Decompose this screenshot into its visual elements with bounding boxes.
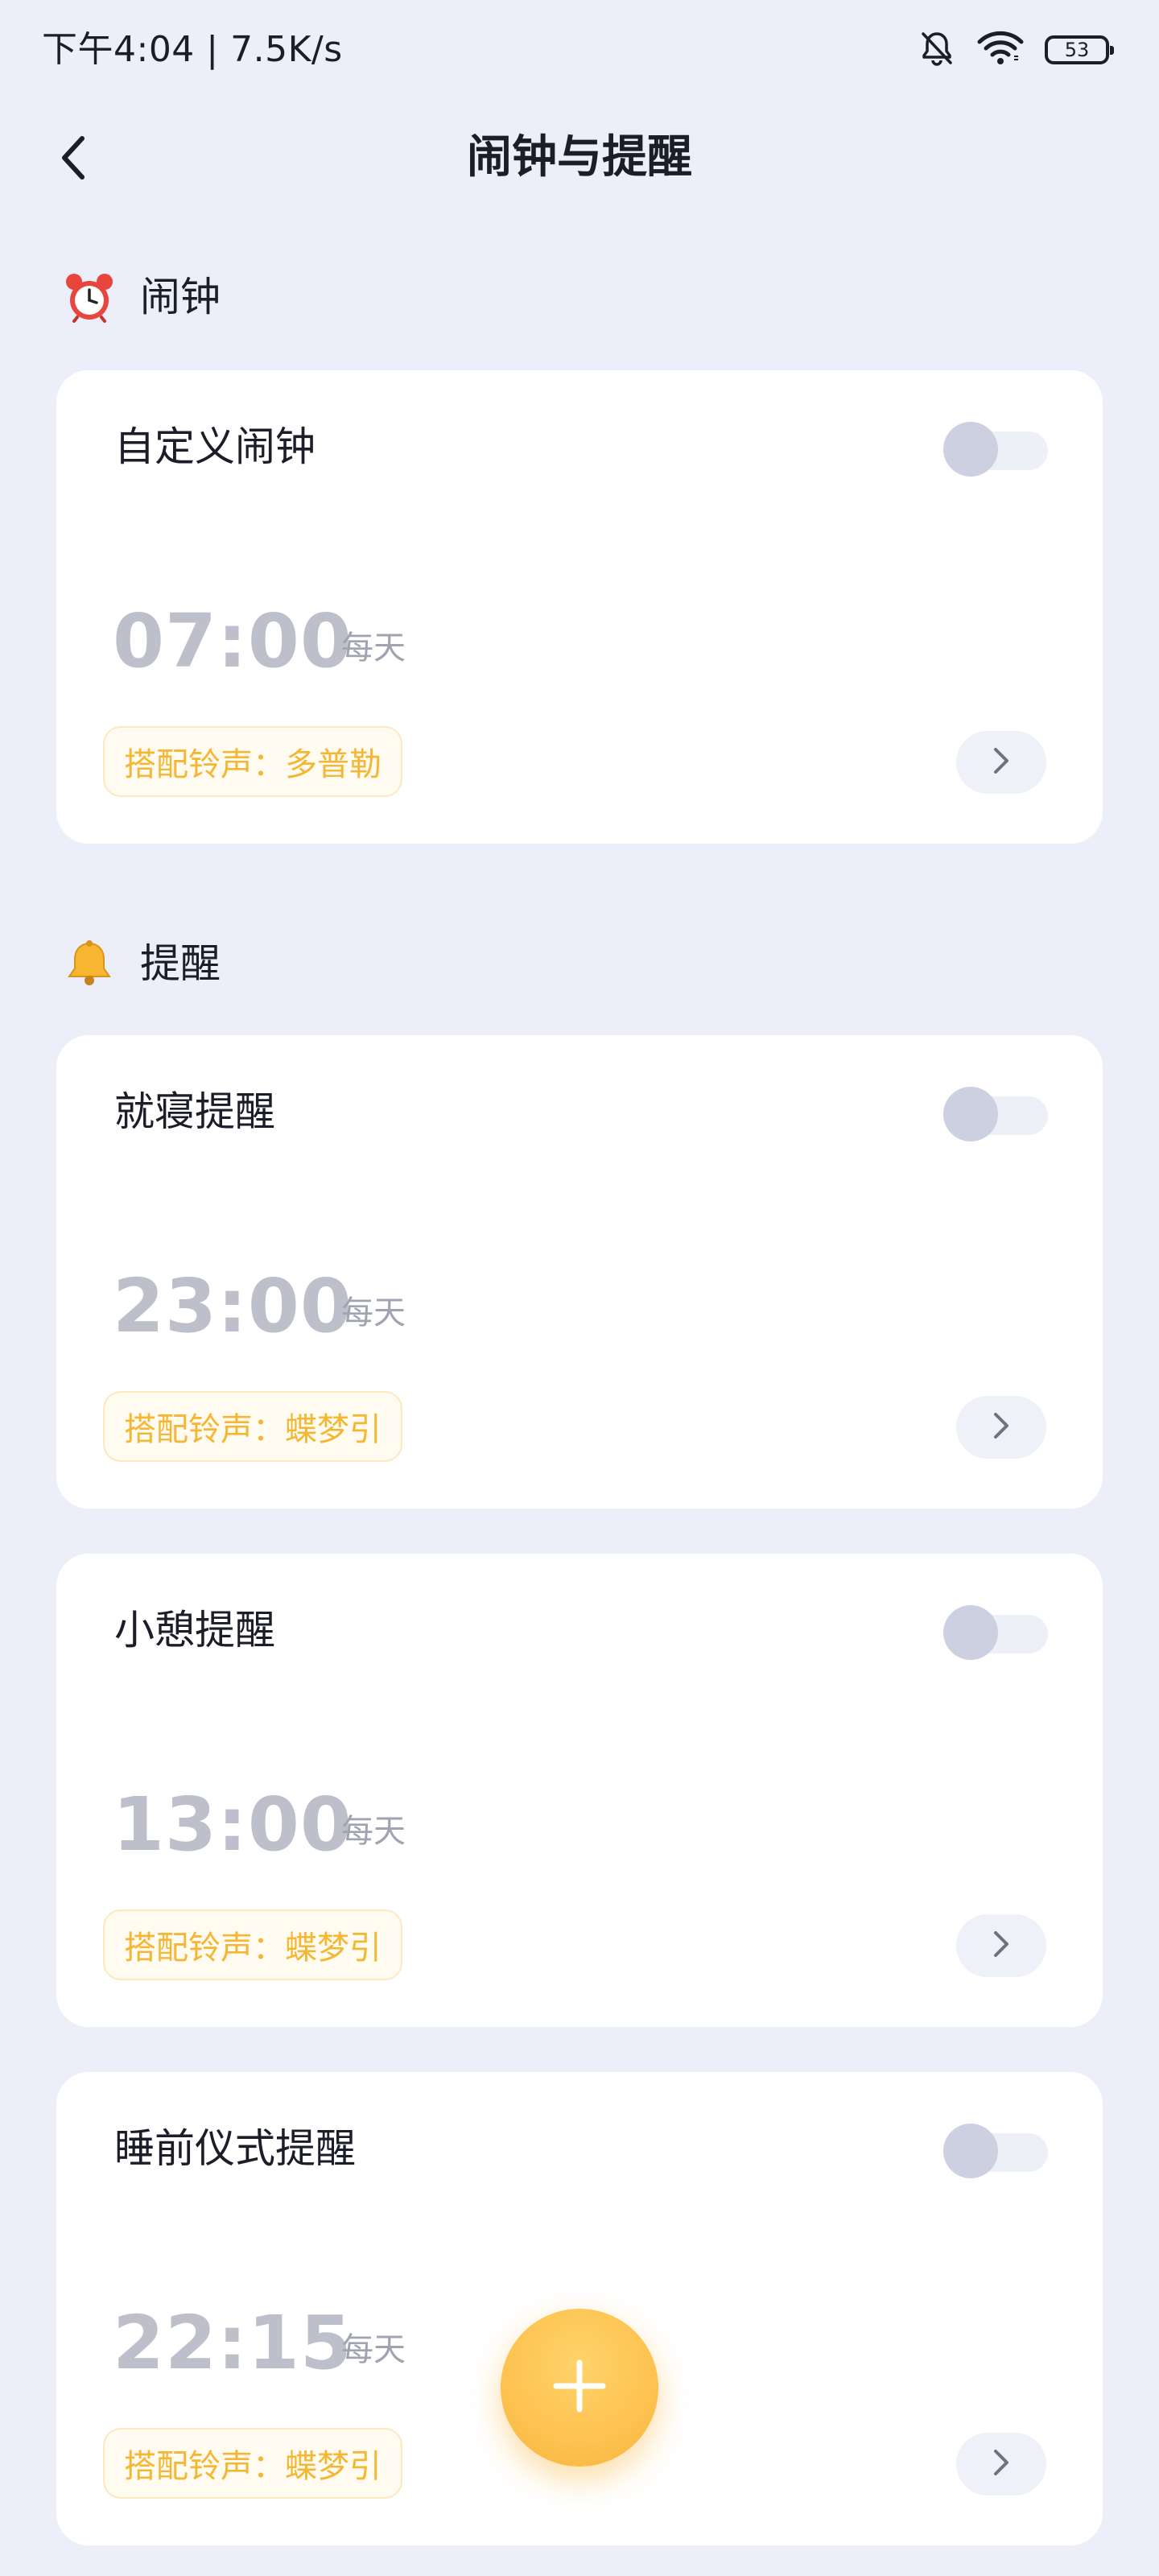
card-repeat: 每天 [341,1813,406,1850]
section-reminder: 提醒 [63,937,221,990]
battery-icon: 53 [1045,35,1114,64]
reminder-toggle[interactable] [943,2124,1051,2178]
bell-icon [63,937,116,990]
toggle-knob [943,1605,998,1660]
reminder-card-nap[interactable]: 小憩提醒 13:00 每天 搭配铃声：蝶梦引 [56,1554,1103,2027]
toggle-knob [943,2124,998,2178]
card-time: 13:00 [113,1781,353,1868]
chevron-right-icon [992,1930,1011,1962]
card-repeat: 每天 [341,2331,406,2368]
card-title: 小憩提醒 [114,1607,275,1653]
card-time: 07:00 [113,598,353,684]
header: 闹钟与提醒 [0,113,1159,203]
battery-level: 53 [1064,39,1090,61]
card-repeat: 每天 [341,630,406,667]
section-alarm: 闹钟 [63,270,221,324]
toggle-knob [943,422,998,477]
chevron-right-icon [992,2448,1011,2480]
card-title: 睡前仪式提醒 [114,2125,356,2172]
card-title: 就寝提醒 [114,1088,275,1135]
add-reminder-button[interactable] [501,2309,658,2467]
card-repeat: 每天 [341,1294,406,1331]
section-alarm-title: 闹钟 [140,274,221,320]
card-detail-button[interactable] [956,1914,1046,1977]
page-title: 闹钟与提醒 [467,131,692,184]
alarm-card-custom[interactable]: 自定义闹钟 07:00 每天 搭配铃声：多普勒 [56,370,1103,844]
alarm-clock-icon [63,270,116,324]
bell-muted-icon [918,29,956,71]
status-time-speed: 下午4:04 | 7.5K/s [42,29,343,70]
alarm-toggle[interactable] [943,422,1051,477]
section-reminder-title: 提醒 [140,940,221,987]
ringtone-chip[interactable]: 搭配铃声：蝶梦引 [103,1391,402,1462]
reminder-card-bedtime[interactable]: 就寝提醒 23:00 每天 搭配铃声：蝶梦引 [56,1035,1103,1509]
card-time: 22:15 [113,2300,353,2386]
chevron-right-icon [992,1411,1011,1443]
reminder-toggle[interactable] [943,1087,1051,1141]
status-bar: 下午4:04 | 7.5K/s 53 [0,0,1159,101]
status-icons: 53 [918,27,1114,72]
plus-icon [551,2358,608,2417]
ringtone-chip[interactable]: 搭配铃声：多普勒 [103,726,402,797]
card-detail-button[interactable] [956,2433,1046,2496]
card-detail-button[interactable] [956,731,1046,794]
toggle-knob [943,1087,998,1141]
card-title: 自定义闹钟 [114,423,316,470]
ringtone-chip[interactable]: 搭配铃声：蝶梦引 [103,2428,402,2499]
card-time: 23:00 [113,1263,353,1349]
ringtone-chip[interactable]: 搭配铃声：蝶梦引 [103,1909,402,1980]
wifi-icon [977,29,1024,71]
card-detail-button[interactable] [956,1396,1046,1459]
reminder-toggle[interactable] [943,1605,1051,1660]
chevron-right-icon [992,746,1011,778]
